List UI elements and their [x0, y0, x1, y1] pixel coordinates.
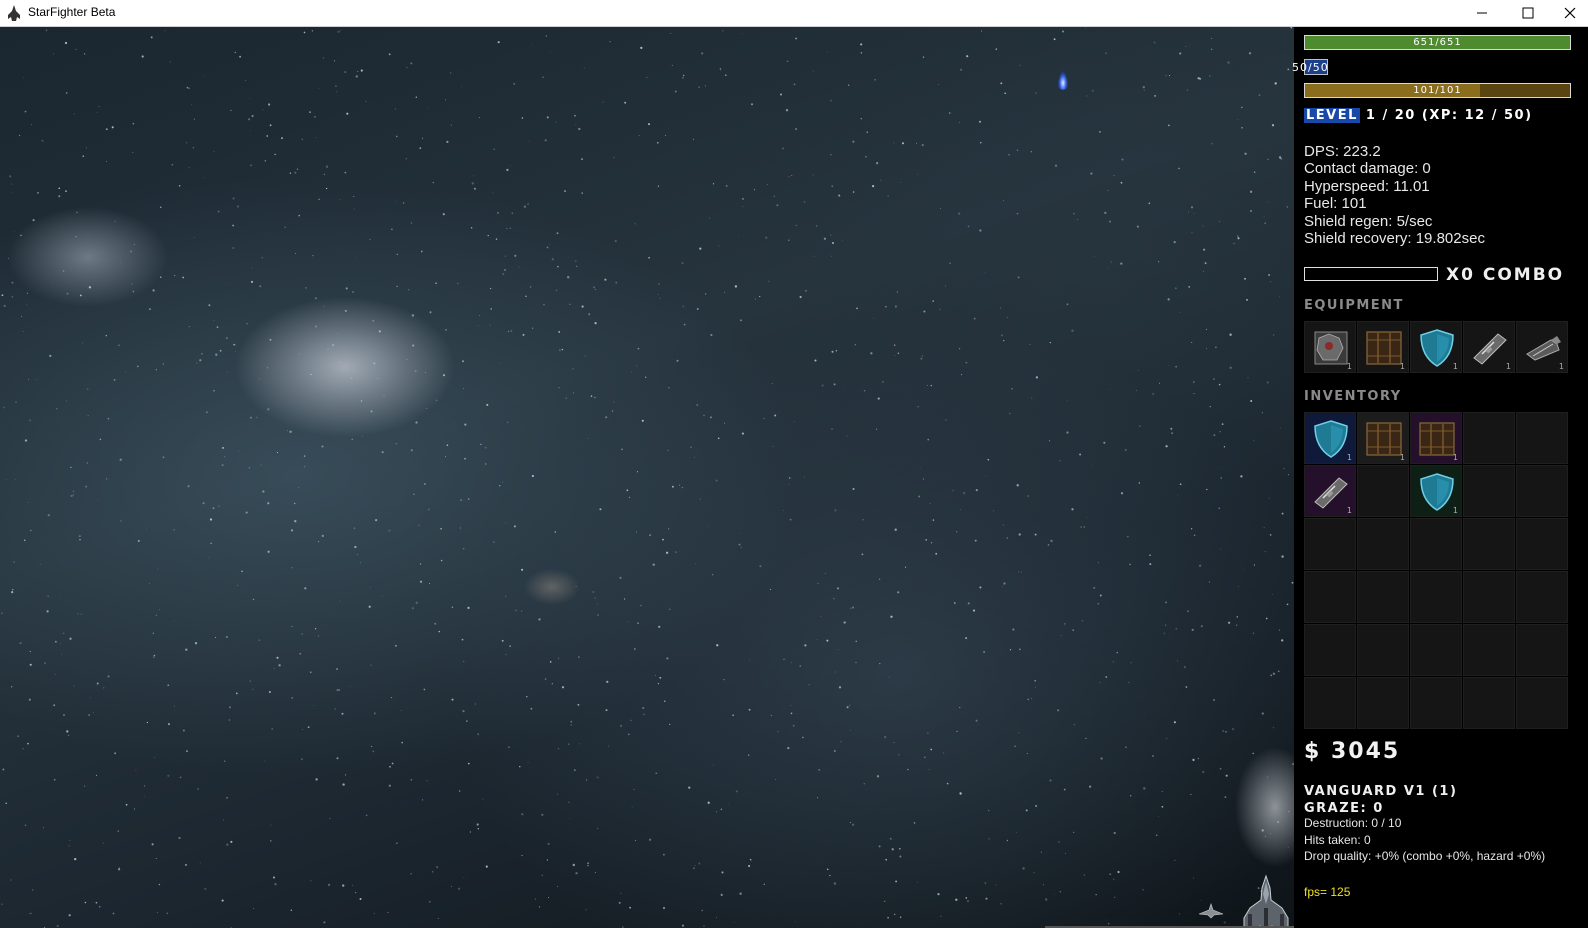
equipment-grid: 1 1 1 1 1	[1304, 321, 1568, 373]
item-quantity: 1	[1558, 362, 1564, 371]
stat-hyperspeed: Hyperspeed: 11.01	[1304, 177, 1430, 195]
inventory-slot[interactable]	[1516, 518, 1568, 570]
inventory-heading: INVENTORY	[1304, 389, 1402, 404]
level-progress-text: 1 / 20 (XP: 12 / 50)	[1359, 108, 1533, 123]
equipment-slot[interactable]: 1	[1516, 321, 1568, 373]
minimize-button[interactable]	[1460, 0, 1504, 26]
stat-dps: DPS: 223.2	[1304, 143, 1381, 160]
equipment-slot[interactable]: 1	[1463, 321, 1515, 373]
window-title: StarFighter Beta	[28, 5, 116, 19]
close-button[interactable]	[1552, 0, 1588, 26]
close-icon	[1564, 7, 1576, 19]
inventory-slot[interactable]	[1463, 624, 1515, 676]
item-quantity: 1	[1452, 453, 1458, 462]
starfield	[1, 27, 1294, 928]
level-badge: LEVEL	[1304, 108, 1360, 123]
ship-stats: DPS: 223.2 Contact damage: 0 Hyperspeed:…	[1304, 143, 1485, 247]
equipment-slot[interactable]: 1	[1410, 321, 1462, 373]
level-indicator: LEVEL 1 / 20 (XP: 12 / 50)	[1304, 108, 1533, 123]
stat-fuel: Fuel: 101	[1304, 195, 1367, 213]
stat-shield-regen: Shield regen: 5/sec	[1304, 212, 1433, 230]
inventory-slot[interactable]	[1463, 465, 1515, 517]
inventory-slot[interactable]: 1	[1410, 412, 1462, 464]
minimize-icon	[1477, 12, 1487, 14]
inventory-slot[interactable]	[1304, 571, 1356, 623]
inventory-slot[interactable]	[1304, 677, 1356, 729]
hull-bar: 651/651	[1304, 35, 1571, 50]
inventory-slot[interactable]	[1357, 677, 1409, 729]
equipment-slot[interactable]: 1	[1357, 321, 1409, 373]
shield-bar-text: 50/50	[1292, 61, 1329, 74]
item-quantity: 1	[1399, 362, 1405, 371]
maximize-button[interactable]	[1506, 0, 1550, 26]
inventory-slot[interactable]: 1	[1410, 465, 1462, 517]
spaceship-icon	[8, 5, 20, 21]
fuel-bar: 101/101	[1304, 83, 1571, 98]
hull-bar-text: 651/651	[1413, 37, 1462, 48]
item-quantity: 1	[1452, 362, 1458, 371]
inventory-slot[interactable]	[1357, 571, 1409, 623]
maximize-icon	[1522, 7, 1534, 19]
inventory-slot[interactable]	[1357, 465, 1409, 517]
stat-shield-recovery: Shield recovery: 19.802sec	[1304, 230, 1485, 248]
window-titlebar: StarFighter Beta	[0, 0, 1588, 27]
item-quantity: 1	[1346, 362, 1352, 371]
inventory-slot[interactable]	[1304, 518, 1356, 570]
ship-name: VANGUARD V1 (1)	[1304, 784, 1458, 799]
item-quantity: 1	[1452, 506, 1458, 515]
equipment-heading: EQUIPMENT	[1304, 298, 1404, 313]
inventory-slot[interactable]	[1516, 465, 1568, 517]
inventory-slot[interactable]	[1410, 518, 1462, 570]
inventory-slot[interactable]	[1516, 624, 1568, 676]
fuel-bar-text: 101/101	[1413, 85, 1462, 96]
combo-meter	[1304, 267, 1438, 281]
inventory-slot[interactable]	[1463, 571, 1515, 623]
item-quantity: 1	[1346, 506, 1352, 515]
info-drop-quality: Drop quality: +0% (combo +0%, hazard +0%…	[1304, 849, 1546, 863]
inventory-slot[interactable]: 1	[1304, 412, 1356, 464]
inventory-slot[interactable]	[1516, 571, 1568, 623]
inventory-slot[interactable]	[1516, 412, 1568, 464]
inventory-slot[interactable]: 1	[1304, 465, 1356, 517]
inventory-slot[interactable]	[1463, 518, 1515, 570]
inventory-slot[interactable]	[1410, 677, 1462, 729]
item-quantity: 1	[1399, 453, 1405, 462]
item-quantity: 1	[1505, 362, 1511, 371]
money-counter: $ 3045	[1304, 739, 1401, 764]
inventory-slot[interactable]	[1463, 412, 1515, 464]
inventory-slot[interactable]	[1463, 677, 1515, 729]
inventory-slot[interactable]	[1516, 677, 1568, 729]
item-quantity: 1	[1346, 453, 1352, 462]
inventory-slot[interactable]	[1357, 518, 1409, 570]
inventory-slot[interactable]	[1357, 624, 1409, 676]
inventory-slot[interactable]: 1	[1357, 412, 1409, 464]
blue-flame-projectile-icon	[1057, 67, 1069, 90]
fps-counter: fps= 125	[1304, 885, 1351, 899]
mission-info: Destruction: 0 / 10 Hits taken: 0 Drop q…	[1304, 815, 1545, 865]
inventory-grid: 1 1 1 1 1	[1304, 412, 1568, 729]
fuel-bar-remainder	[1479, 84, 1570, 97]
stat-contact-damage: Contact damage: 0	[1304, 160, 1431, 178]
inventory-slot[interactable]	[1304, 624, 1356, 676]
player-ship-icon	[1243, 874, 1289, 928]
info-hits-taken: Hits taken: 0	[1304, 832, 1371, 847]
equipment-slot[interactable]: 1	[1304, 321, 1356, 373]
hud-sidebar: 651/651 50/50 101/101 LEVEL 1 / 20 (XP: …	[1292, 27, 1588, 928]
inventory-slot[interactable]	[1410, 624, 1462, 676]
combo-counter: X0 COMBO	[1446, 265, 1565, 285]
inventory-slot[interactable]	[1410, 571, 1462, 623]
wingman-drone-icon	[1198, 903, 1224, 919]
game-viewport[interactable]	[0, 27, 1294, 928]
info-destruction: Destruction: 0 / 10	[1304, 816, 1402, 830]
graze-counter: GRAZE: 0	[1304, 801, 1384, 816]
